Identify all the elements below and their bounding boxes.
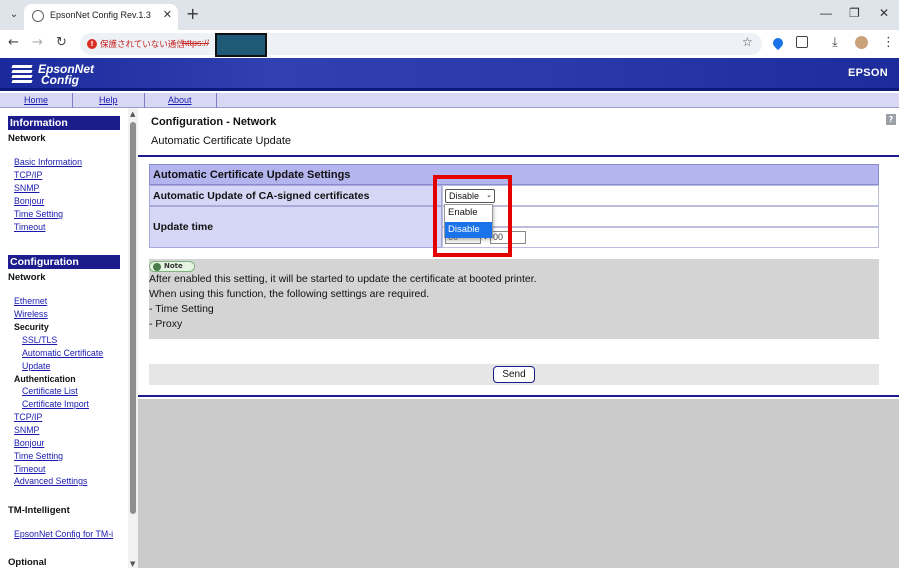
tab-title: EpsonNet Config Rev.1.3 [50, 10, 151, 20]
sidebar-item-ethernet[interactable]: Ethernet [14, 296, 47, 306]
sidebar-item-timeout[interactable]: Timeout [14, 464, 45, 474]
nav-separator [144, 93, 145, 108]
note-line: When using this function, the following … [149, 288, 430, 300]
nav-help-link[interactable]: Help [99, 95, 118, 105]
help-icon[interactable]: ? [886, 114, 896, 125]
page-subtitle: Automatic Certificate Update [151, 135, 292, 147]
sidebar-item-auto-cert-update-2[interactable]: Update [22, 361, 50, 371]
sidebar-item-auto-cert-update[interactable]: Automatic Certificate [22, 348, 103, 358]
download-icon[interactable]: ⤓ [832, 36, 838, 50]
sidebar: Information Network Basic Information TC… [0, 108, 128, 568]
sidebar-item-tcpip[interactable]: TCP/IP [14, 412, 42, 422]
new-tab-icon[interactable]: + [186, 5, 199, 23]
update-time-label: Update time [149, 206, 442, 248]
scroll-down-icon[interactable]: ▼ [130, 560, 135, 568]
sidebar-item-ssl-tls[interactable]: SSL/TLS [22, 335, 57, 345]
auto-update-label: Automatic Update of CA-signed certificat… [149, 185, 442, 206]
sidebar-security-label: Security [14, 322, 49, 332]
sidebar-item-certificate-list[interactable]: Certificate List [22, 386, 78, 396]
nav-separator [72, 93, 73, 108]
scrollbar-thumb[interactable] [130, 122, 136, 514]
sidebar-item-basic-information[interactable]: Basic Information [14, 157, 82, 167]
extensions-icon[interactable] [796, 36, 808, 48]
sidebar-item-wireless[interactable]: Wireless [14, 309, 48, 319]
forward-icon[interactable]: → [32, 36, 43, 50]
logo-line-2: Config [41, 73, 79, 87]
sidebar-item-info-bonjour[interactable]: Bonjour [14, 196, 44, 206]
menu-kebab-icon[interactable]: ⋮ [882, 36, 895, 50]
sidebar-configuration-network: Network [8, 272, 46, 283]
profile-avatar[interactable] [855, 36, 868, 49]
redacted-url [215, 33, 267, 57]
nav-home-link[interactable]: Home [24, 95, 48, 105]
warning-icon: ! [87, 39, 97, 49]
browser-tab-bar: ⌄ EpsonNet Config Rev.1.3 ✕ + — ❐ ✕ [0, 0, 899, 30]
sidebar-information-heading: Information [8, 116, 120, 130]
send-bar: Send [149, 364, 879, 385]
sidebar-item-bonjour[interactable]: Bonjour [14, 438, 44, 448]
epsonnet-logo-icon [11, 65, 33, 84]
send-button[interactable]: Send [493, 366, 535, 383]
tab-close-icon[interactable]: ✕ [163, 8, 172, 21]
reload-icon[interactable]: ↻ [56, 36, 67, 50]
note-line: - Proxy [149, 318, 183, 330]
epson-header: EpsonNet Config EPSON [0, 58, 899, 91]
note-area: Note After enabled this setting, it will… [149, 259, 879, 339]
top-navigation: Home Help About [0, 93, 899, 108]
sidebar-item-info-time-setting[interactable]: Time Setting [14, 209, 63, 219]
globe-icon [32, 10, 44, 22]
note-icon [153, 263, 161, 271]
page-title: Configuration - Network [151, 116, 277, 128]
window-close-icon[interactable]: ✕ [879, 6, 889, 20]
settings-section-header: Automatic Certificate Update Settings [149, 164, 879, 185]
sidebar-optional-heading: Optional [8, 557, 47, 568]
sidebar-item-info-tcpip[interactable]: TCP/IP [14, 170, 42, 180]
sidebar-tm-intelligent-heading: TM-Intelligent [8, 505, 70, 516]
sidebar-scrollbar[interactable]: ▲ ▼ [128, 108, 138, 568]
browser-toolbar: ← → ↻ ! 保護されていない通信 https:// ☆ ⤓ ⋮ [0, 30, 899, 58]
extension-drop-icon[interactable] [770, 35, 786, 51]
main-content: Configuration - Network Automatic Certif… [138, 108, 899, 568]
note-label: Note [164, 262, 183, 270]
sidebar-information-network: Network [8, 133, 46, 144]
browser-tab[interactable]: EpsonNet Config Rev.1.3 ✕ [24, 4, 178, 30]
tab-search-icon[interactable]: ⌄ [6, 7, 22, 23]
security-warning[interactable]: 保護されていない通信 [100, 38, 185, 50]
nav-separator [216, 93, 217, 108]
scroll-up-icon[interactable]: ▲ [130, 110, 135, 118]
sidebar-item-advanced-settings[interactable]: Advanced Settings [14, 476, 87, 486]
note-line: After enabled this setting, it will be s… [149, 273, 537, 285]
sidebar-item-certificate-import[interactable]: Certificate Import [22, 399, 89, 409]
minimize-icon[interactable]: — [820, 6, 832, 20]
epson-brand: EPSON [847, 67, 888, 79]
sidebar-item-info-timeout[interactable]: Timeout [14, 222, 45, 232]
sidebar-item-info-snmp[interactable]: SNMP [14, 183, 39, 193]
red-highlight-box [433, 175, 512, 257]
empty-footer-area [138, 399, 899, 568]
sidebar-authentication-label: Authentication [14, 374, 76, 384]
address-bar[interactable]: ! 保護されていない通信 https:// [80, 33, 762, 57]
sidebar-item-snmp[interactable]: SNMP [14, 425, 39, 435]
epsonnet-config-logo: EpsonNet Config [38, 63, 94, 87]
footer-divider [138, 395, 899, 397]
note-badge: Note [149, 261, 195, 272]
note-line: - Time Setting [149, 303, 214, 315]
sidebar-item-epsonnet-tmi[interactable]: EpsonNet Config for TM-i [14, 529, 113, 539]
header-divider [138, 155, 899, 157]
sidebar-configuration-heading: Configuration [8, 255, 120, 269]
back-icon[interactable]: ← [8, 36, 19, 50]
restore-icon[interactable]: ❐ [849, 6, 860, 20]
bookmark-star-icon[interactable]: ☆ [742, 35, 753, 49]
sidebar-item-time-setting[interactable]: Time Setting [14, 451, 63, 461]
url-scheme: https:// [182, 38, 210, 48]
nav-about-link[interactable]: About [168, 95, 192, 105]
